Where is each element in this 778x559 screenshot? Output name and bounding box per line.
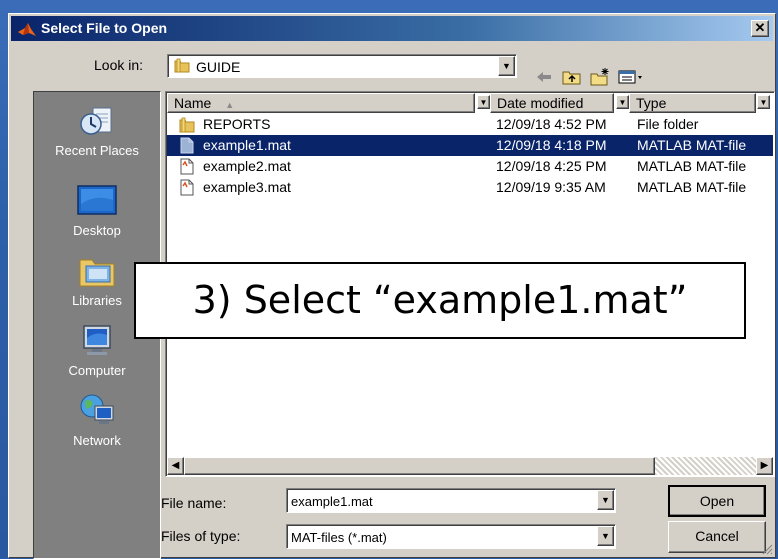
mat-file-icon bbox=[180, 179, 194, 196]
file-name-value: example1.mat bbox=[291, 494, 373, 509]
files-of-type-label: Files of type: bbox=[161, 528, 241, 544]
files-of-type-dropdown-button[interactable]: ▼ bbox=[597, 526, 614, 546]
files-of-type-value: MAT-files (*.mat) bbox=[291, 530, 387, 545]
mat-file-icon bbox=[180, 158, 194, 175]
scroll-right-button[interactable]: ▶ bbox=[756, 457, 773, 475]
file-type: MATLAB MAT-file bbox=[637, 158, 747, 174]
file-type: File folder bbox=[637, 116, 699, 132]
place-label: Libraries bbox=[72, 293, 122, 308]
file-name: example2.mat bbox=[203, 158, 291, 174]
place-label: Computer bbox=[68, 363, 126, 378]
file-type: MATLAB MAT-file bbox=[637, 179, 747, 195]
place-label: Network bbox=[73, 433, 121, 448]
file-name-dropdown-button[interactable]: ▼ bbox=[597, 490, 614, 510]
column-header-date[interactable]: Date modified bbox=[490, 93, 614, 113]
file-date: 12/09/19 9:35 AM bbox=[496, 179, 606, 195]
look-in-value: GUIDE bbox=[196, 59, 241, 75]
new-folder-icon[interactable] bbox=[589, 67, 611, 87]
date-column-dropdown[interactable]: ▼ bbox=[616, 95, 629, 109]
type-column-dropdown[interactable]: ▼ bbox=[757, 95, 770, 109]
file-row-reports[interactable]: REPORTS 12/09/18 4:52 PM File folder bbox=[167, 114, 773, 135]
place-label: Desktop bbox=[73, 223, 121, 238]
look-in-dropdown-button[interactable]: ▼ bbox=[498, 56, 515, 76]
place-network[interactable]: Network bbox=[34, 392, 160, 448]
back-arrow-icon[interactable] bbox=[533, 67, 555, 87]
place-label: Recent Places bbox=[55, 143, 139, 158]
up-folder-icon[interactable] bbox=[561, 67, 583, 87]
name-column-dropdown[interactable]: ▼ bbox=[477, 95, 490, 109]
dialog-title: Select File to Open bbox=[41, 20, 168, 36]
file-name-label: File name: bbox=[161, 495, 227, 511]
file-date: 12/09/18 4:52 PM bbox=[496, 116, 607, 132]
look-in-combo[interactable]: GUIDE ▼ bbox=[167, 54, 517, 78]
computer-icon bbox=[83, 325, 111, 355]
files-of-type-select[interactable]: MAT-files (*.mat) ▼ bbox=[286, 524, 616, 549]
network-icon bbox=[80, 394, 114, 424]
desktop-icon bbox=[77, 185, 117, 215]
open-button[interactable]: Open bbox=[668, 485, 766, 517]
title-bar: Select File to Open ✕ bbox=[11, 16, 773, 41]
folder-icon bbox=[174, 58, 190, 73]
file-date: 12/09/18 4:25 PM bbox=[496, 158, 607, 174]
column-header-type[interactable]: Type bbox=[629, 93, 756, 113]
recent-places-icon bbox=[80, 107, 112, 135]
place-desktop[interactable]: Desktop bbox=[34, 184, 160, 238]
libraries-icon bbox=[79, 259, 115, 287]
mat-file-icon bbox=[180, 137, 194, 154]
folder-icon bbox=[179, 117, 195, 133]
file-row-example1[interactable]: example1.mat 12/09/18 4:18 PM MATLAB MAT… bbox=[167, 135, 773, 156]
cancel-button[interactable]: Cancel bbox=[668, 521, 766, 553]
matlab-logo-icon bbox=[18, 23, 36, 36]
instruction-callout: 3) Select “example1.mat” bbox=[134, 262, 746, 339]
place-recent-places[interactable]: Recent Places bbox=[34, 104, 160, 158]
file-name-input[interactable]: example1.mat ▼ bbox=[286, 488, 616, 513]
file-row-example3[interactable]: example3.mat 12/09/19 9:35 AM MATLAB MAT… bbox=[167, 177, 773, 198]
scroll-thumb[interactable] bbox=[184, 457, 655, 475]
horizontal-scrollbar[interactable]: ◀ ▶ bbox=[167, 457, 773, 475]
view-menu-icon[interactable] bbox=[617, 67, 645, 87]
close-button[interactable]: ✕ bbox=[751, 20, 769, 37]
look-in-label: Look in: bbox=[94, 57, 144, 73]
file-name: example3.mat bbox=[203, 179, 291, 195]
scroll-left-button[interactable]: ◀ bbox=[167, 457, 184, 475]
file-name: example1.mat bbox=[203, 137, 291, 153]
file-type: MATLAB MAT-file bbox=[637, 137, 747, 153]
file-date: 12/09/18 4:18 PM bbox=[496, 137, 607, 153]
column-header-name[interactable]: Name ▲ bbox=[167, 93, 475, 113]
scroll-track[interactable] bbox=[655, 457, 756, 475]
file-name: REPORTS bbox=[203, 116, 271, 132]
sort-arrow-icon: ▲ bbox=[225, 100, 235, 110]
file-row-example2[interactable]: example2.mat 12/09/18 4:25 PM MATLAB MAT… bbox=[167, 156, 773, 177]
resize-grip-icon[interactable] bbox=[761, 543, 773, 555]
